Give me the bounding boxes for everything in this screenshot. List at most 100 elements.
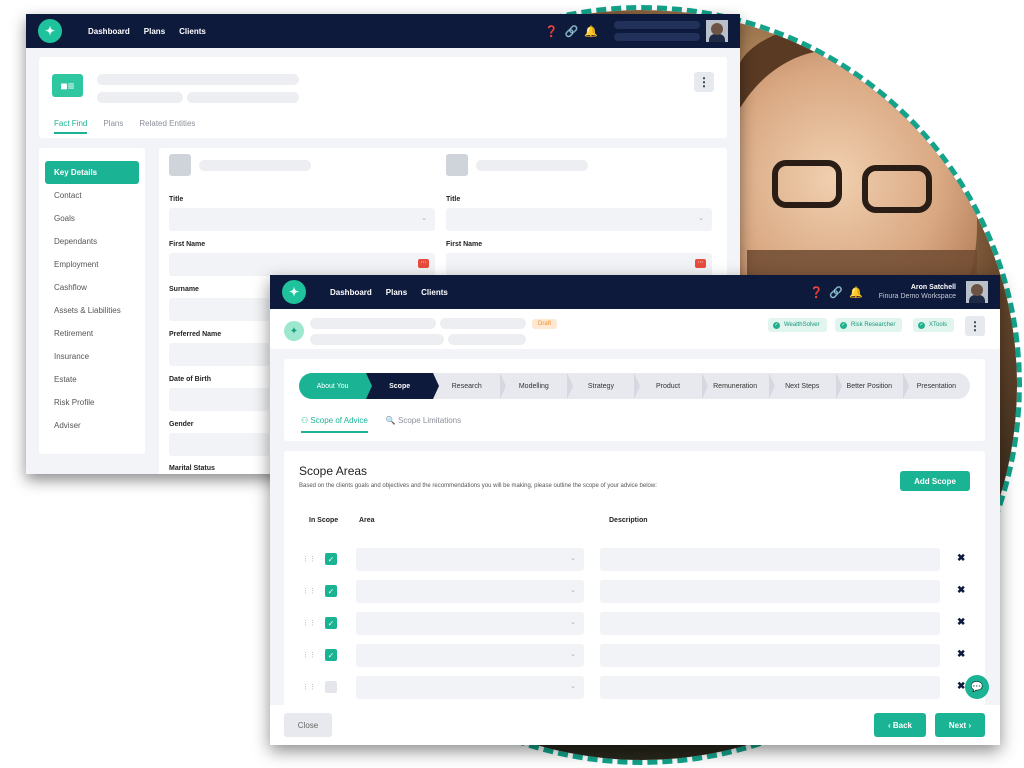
area-select[interactable]: ⌄ — [356, 676, 584, 699]
password-manager-icon[interactable]: ⋯ — [695, 259, 706, 268]
unlink-icon[interactable]: ✖ — [957, 585, 965, 596]
risk-researcher-pill[interactable]: ✓ Risk Researcher — [835, 318, 903, 332]
nav-dashboard[interactable]: Dashboard — [88, 27, 130, 36]
tab-scope-of-advice[interactable]: ⚇ Scope of Advice — [301, 416, 368, 433]
feather-logo-icon[interactable]: ✦ — [282, 280, 306, 304]
client-tabs: Fact Find Plans Related Entities — [54, 119, 195, 134]
chat-icon[interactable]: 💬 — [965, 675, 989, 699]
sidebar-item-risk-profile[interactable]: Risk Profile — [45, 391, 139, 414]
unlink-icon[interactable]: ✖ — [957, 617, 965, 628]
pill-label: WealthSolver — [784, 322, 820, 328]
sidebar-item-goals[interactable]: Goals — [45, 207, 139, 230]
grip-icon[interactable]: ⋮⋮ — [302, 651, 316, 659]
in-scope-checkbox[interactable]: ✓ — [325, 681, 337, 693]
avatar[interactable] — [966, 281, 988, 303]
field-label: Marital Status — [169, 465, 215, 472]
sidebar-item-retirement[interactable]: Retirement — [45, 322, 139, 345]
kebab-menu-icon[interactable]: ⋮ — [694, 72, 714, 92]
area-select[interactable]: ⌄ — [356, 612, 584, 635]
kebab-menu-icon[interactable]: ⋮ — [965, 316, 985, 336]
gender-select[interactable] — [169, 433, 269, 456]
grip-icon[interactable]: ⋮⋮ — [302, 587, 316, 595]
step-modelling[interactable]: Modelling — [500, 373, 574, 399]
grip-icon[interactable]: ⋮⋮ — [302, 683, 316, 691]
bell-icon[interactable]: 🔔 — [849, 286, 863, 299]
area-select[interactable]: ⌄ — [356, 580, 584, 603]
description-field[interactable] — [600, 612, 940, 635]
step-research[interactable]: Research — [433, 373, 507, 399]
top-icons: ❓ 🔗 🔔 Aron Satchell Finura Demo Workspac… — [810, 281, 988, 303]
title-select[interactable]: ⌄ — [446, 208, 712, 231]
nav-dashboard[interactable]: Dashboard — [330, 288, 372, 297]
top-nav-bar: ✦ Dashboard Plans Clients ❓ 🔗 🔔 Aron Sat… — [270, 275, 1000, 309]
field-label: Title — [446, 196, 461, 203]
link-icon[interactable]: 🔗 — [565, 25, 579, 38]
grip-icon[interactable]: ⋮⋮ — [302, 619, 316, 627]
help-icon[interactable]: ❓ — [545, 25, 559, 38]
sidebar-item-insurance[interactable]: Insurance — [45, 345, 139, 368]
user-workspace-line — [614, 33, 700, 41]
tab-fact-find[interactable]: Fact Find — [54, 119, 88, 134]
step-about-you[interactable]: About You — [299, 373, 373, 399]
help-icon[interactable]: ❓ — [810, 286, 824, 299]
area-select[interactable]: ⌄ — [356, 644, 584, 667]
sidebar-item-adviser[interactable]: Adviser — [45, 414, 139, 437]
step-product[interactable]: Product — [634, 373, 708, 399]
wizard-footer: Close ‹ Back Next › — [270, 705, 1000, 745]
feather-logo-icon[interactable]: ✦ — [38, 19, 62, 43]
sidebar-item-cashflow[interactable]: Cashflow — [45, 276, 139, 299]
chevron-down-icon: ⌄ — [421, 215, 427, 222]
area-select[interactable]: ⌄ — [356, 548, 584, 571]
nav-plans[interactable]: Plans — [144, 27, 165, 36]
description-field[interactable] — [600, 644, 940, 667]
preferred-name-field[interactable] — [169, 343, 269, 366]
field-label: Gender — [169, 421, 194, 428]
tab-scope-limitations[interactable]: 🔍 Scope Limitations — [386, 416, 461, 433]
step-scope[interactable]: Scope — [366, 373, 440, 399]
step-remuneration[interactable]: Remuneration — [702, 373, 775, 399]
tab-plans[interactable]: Plans — [103, 119, 123, 134]
avatar[interactable] — [706, 20, 728, 42]
tab-related-entities[interactable]: Related Entities — [139, 119, 195, 134]
back-button[interactable]: ‹ Back — [874, 713, 926, 737]
unlink-icon[interactable]: ✖ — [957, 553, 965, 564]
next-button[interactable]: Next › — [935, 713, 985, 737]
bell-icon[interactable]: 🔔 — [584, 25, 598, 38]
password-manager-icon[interactable]: ⋯ — [418, 259, 429, 268]
unlink-icon[interactable]: ✖ — [957, 649, 965, 660]
in-scope-checkbox[interactable]: ✓ — [325, 585, 337, 597]
step-next-steps[interactable]: Next Steps — [769, 373, 842, 399]
xtools-pill[interactable]: ✓ XTools — [913, 318, 955, 332]
grip-icon[interactable]: ⋮⋮ — [302, 555, 316, 563]
description-field[interactable] — [600, 548, 940, 571]
nav-clients[interactable]: Clients — [179, 27, 206, 36]
description-field[interactable] — [600, 676, 940, 699]
in-scope-checkbox[interactable]: ✓ — [325, 649, 337, 661]
title-select[interactable]: ⌄ — [169, 208, 435, 231]
add-scope-button[interactable]: Add Scope — [900, 471, 970, 491]
chevron-down-icon: ⌄ — [570, 619, 576, 626]
first-name-field[interactable]: ⋯ — [446, 253, 712, 276]
date-of-birth-field[interactable] — [169, 388, 269, 411]
surname-field[interactable] — [169, 298, 269, 321]
sidebar-item-assets-liabilities[interactable]: Assets & Liabilities — [45, 299, 139, 322]
sidebar-item-contact[interactable]: Contact — [45, 184, 139, 207]
sidebar-item-dependants[interactable]: Dependants — [45, 230, 139, 253]
sidebar-item-employment[interactable]: Employment — [45, 253, 139, 276]
wealthsolver-pill[interactable]: ✓ WealthSolver — [768, 318, 827, 332]
sidebar-item-key-details[interactable]: Key Details — [45, 161, 139, 184]
in-scope-checkbox[interactable]: ✓ — [325, 553, 337, 565]
in-scope-checkbox[interactable]: ✓ — [325, 617, 337, 629]
first-name-field[interactable]: ⋯ — [169, 253, 435, 276]
description-field[interactable] — [600, 580, 940, 603]
table-row: ⋮⋮ ✓ ⌄ ✖ — [284, 612, 985, 636]
step-presentation[interactable]: Presentation — [903, 373, 970, 399]
nav-plans[interactable]: Plans — [386, 288, 407, 297]
nav-clients[interactable]: Clients — [421, 288, 448, 297]
close-button[interactable]: Close — [284, 713, 332, 737]
link-icon[interactable]: 🔗 — [829, 286, 843, 299]
step-strategy[interactable]: Strategy — [567, 373, 641, 399]
step-better-position[interactable]: Better Position — [836, 373, 909, 399]
tab-label: Scope Limitations — [397, 416, 462, 425]
sidebar-item-estate[interactable]: Estate — [45, 368, 139, 391]
